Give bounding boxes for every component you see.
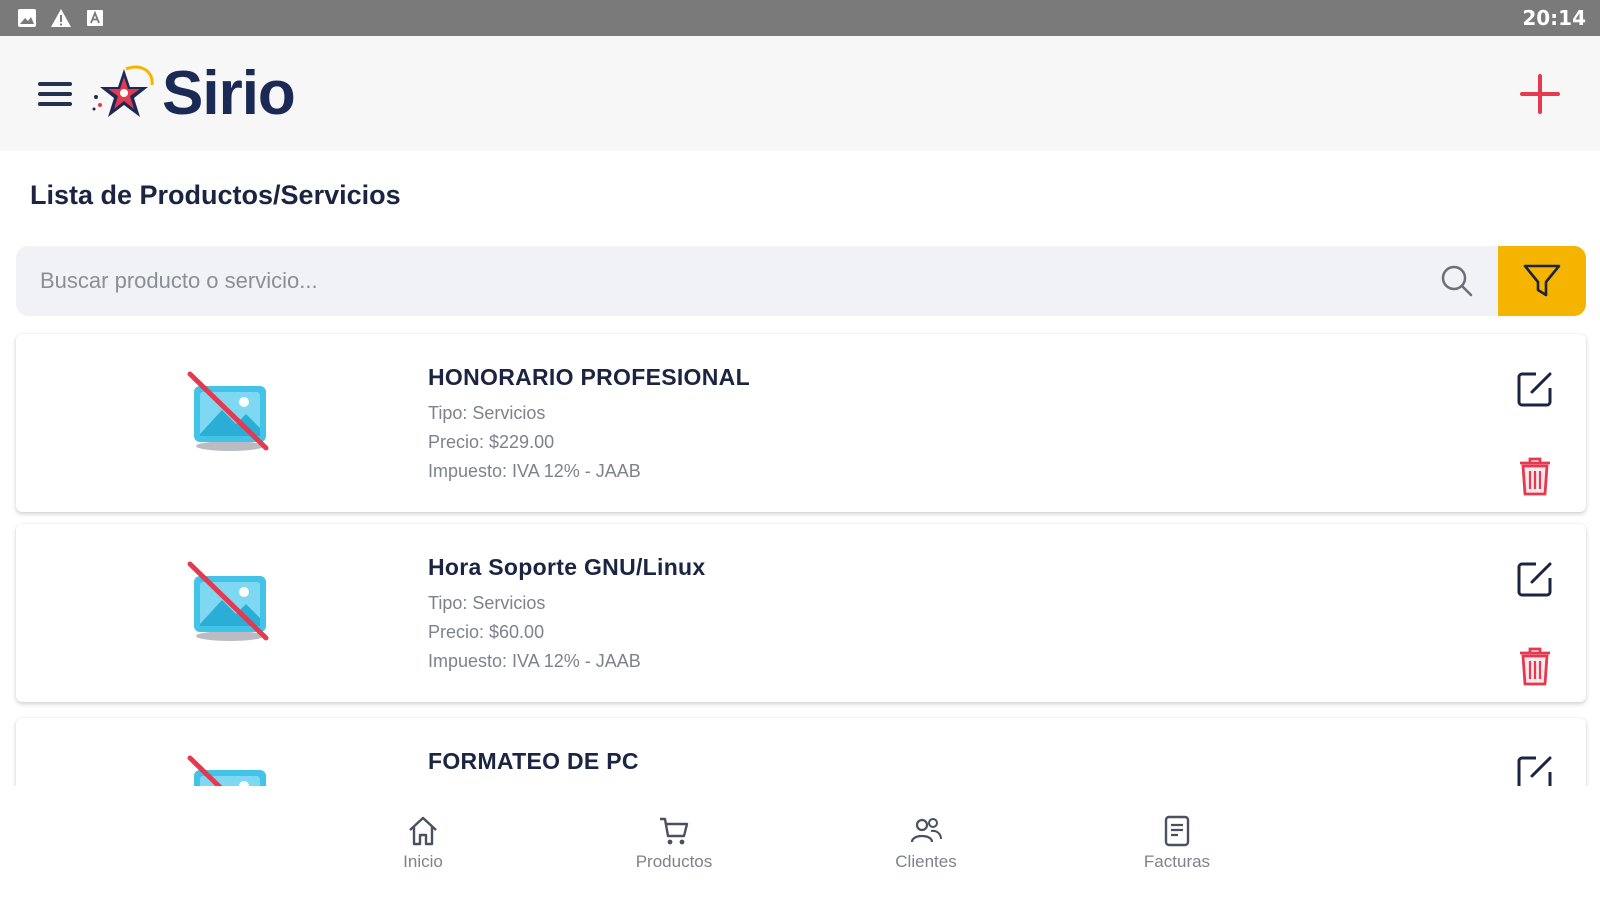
product-card[interactable]: HONORARIO PROFESIONAL Tipo: Servicios Pr… [16, 334, 1586, 512]
add-product-button[interactable] [1518, 72, 1562, 116]
product-card[interactable]: Hora Soporte GNU/Linux Tipo: Servicios P… [16, 524, 1586, 702]
filter-button[interactable] [1498, 246, 1586, 316]
edit-icon[interactable] [1514, 558, 1556, 600]
nav-item-inicio[interactable]: Inicio [363, 814, 483, 872]
page-title: Lista de Productos/Servicios [30, 180, 401, 210]
nav-item-clientes[interactable]: Clientes [866, 814, 986, 872]
logo-text: Sirio [162, 59, 296, 128]
status-time: 20:14 [1522, 6, 1586, 30]
product-info: HONORARIO PROFESIONAL Tipo: Servicios Pr… [428, 364, 750, 486]
cart-icon [660, 817, 689, 845]
edit-icon[interactable] [1514, 368, 1556, 410]
product-name: FORMATEO DE PC [428, 748, 639, 774]
search-input[interactable] [40, 246, 1420, 316]
nav-label: Productos [635, 852, 713, 871]
nav-label: Inicio [403, 852, 443, 871]
nav-item-facturas[interactable]: Facturas [1117, 814, 1237, 872]
no-image-icon [187, 371, 269, 451]
product-tax: Impuesto: IVA 12% - JAAB [428, 461, 641, 481]
search-icon[interactable] [1438, 262, 1476, 300]
no-image-icon [187, 561, 269, 641]
filter-icon [1523, 264, 1561, 297]
product-price: Precio: $60.00 [428, 622, 545, 642]
app-bar: Sirio [0, 36, 1600, 151]
star-logo-icon [92, 65, 154, 117]
product-price: Precio: $229.00 [428, 432, 555, 452]
product-info: FORMATEO DE PC [428, 748, 639, 783]
plus-icon [1520, 74, 1560, 114]
image-icon [16, 7, 38, 29]
invoice-icon [1164, 815, 1190, 847]
bottom-navigation: Inicio Productos Clientes Facturas [0, 786, 1600, 900]
hamburger-menu-icon[interactable] [38, 74, 78, 114]
search-bar [16, 246, 1586, 316]
trash-icon[interactable] [1516, 454, 1554, 498]
product-info: Hora Soporte GNU/Linux Tipo: Servicios P… [428, 554, 706, 676]
a-box-icon [84, 7, 106, 29]
product-type: Tipo: Servicios [428, 403, 546, 423]
nav-label: Clientes [895, 852, 957, 871]
status-bar: 20:14 [0, 0, 1600, 36]
nav-item-productos[interactable]: Productos [614, 814, 734, 872]
status-icons [16, 7, 106, 29]
product-name: Hora Soporte GNU/Linux [428, 554, 706, 580]
warning-icon [50, 7, 72, 29]
trash-icon[interactable] [1516, 644, 1554, 688]
product-tax: Impuesto: IVA 12% - JAAB [428, 651, 641, 671]
product-name: HONORARIO PROFESIONAL [428, 364, 750, 390]
home-icon [409, 816, 437, 846]
nav-label: Facturas [1143, 852, 1211, 871]
search-box [16, 246, 1498, 316]
app-logo: Sirio [90, 58, 296, 129]
product-type: Tipo: Servicios [428, 593, 546, 613]
users-icon [910, 818, 942, 843]
